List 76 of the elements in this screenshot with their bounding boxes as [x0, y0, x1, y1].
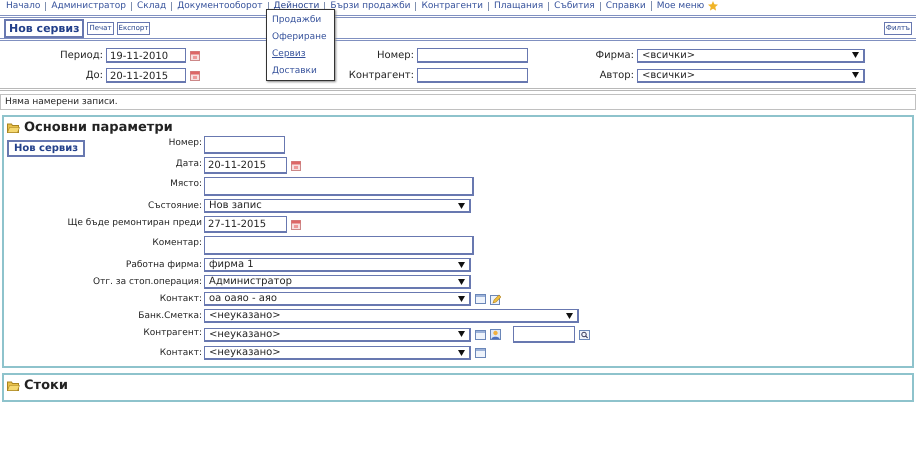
- status-message: Няма намерени записи.: [0, 94, 916, 110]
- date-field[interactable]: 19-11-2010: [106, 48, 186, 63]
- menu-link[interactable]: Плащания: [488, 2, 548, 10]
- text-area[interactable]: [204, 177, 474, 196]
- field-label: Работна фирма:: [126, 259, 202, 272]
- field-label: Контакт:: [160, 293, 202, 306]
- caret-icon: [852, 72, 859, 78]
- card-icon[interactable]: [475, 294, 486, 304]
- caret-icon: [458, 202, 465, 208]
- field-label: Място:: [170, 178, 202, 191]
- select-field[interactable]: <неуказано>: [204, 328, 471, 342]
- field-label: Контакт:: [160, 347, 202, 360]
- card-icon[interactable]: [475, 348, 486, 358]
- caret-icon: [852, 52, 859, 58]
- caret-icon: [458, 278, 465, 284]
- menu-item[interactable]: Продажби: [272, 14, 334, 26]
- section-title: Основни параметри: [24, 120, 173, 135]
- menu-item[interactable]: Сервиз: [272, 48, 334, 60]
- star-icon[interactable]: [708, 1, 718, 11]
- calendar-icon[interactable]: [190, 50, 200, 60]
- menu-link[interactable]: Справки: [600, 2, 651, 10]
- select-field[interactable]: Администратор: [204, 275, 471, 289]
- menu-item[interactable]: Офериране: [272, 31, 334, 43]
- menu-link[interactable]: Склад: [131, 2, 172, 10]
- caret-icon: [458, 296, 465, 302]
- calendar-icon[interactable]: [190, 70, 200, 80]
- caret-icon: [566, 312, 573, 318]
- section-title: Стоки: [24, 378, 68, 393]
- person-icon[interactable]: [490, 329, 501, 340]
- date-field[interactable]: 27-11-2015: [204, 216, 287, 233]
- field-label: Дата:: [176, 158, 202, 171]
- menu-link[interactable]: Събития: [548, 2, 600, 10]
- menu-item[interactable]: Доставки: [272, 65, 334, 77]
- date-field[interactable]: 20-11-2015: [106, 68, 186, 83]
- card-icon[interactable]: [475, 330, 486, 340]
- select-field[interactable]: <неуказано>: [204, 309, 579, 323]
- field-label: Номер:: [376, 50, 414, 61]
- calendar-icon[interactable]: [291, 160, 301, 170]
- folder-icon: [7, 380, 20, 391]
- calendar-icon[interactable]: [291, 220, 301, 230]
- field-label: Ще бъде ремонтиран преди: [68, 217, 202, 230]
- select-field[interactable]: <всички>: [637, 48, 865, 62]
- date-field[interactable]: 20-11-2015: [204, 157, 287, 174]
- text-field[interactable]: [417, 48, 528, 63]
- search-field[interactable]: [513, 326, 575, 343]
- folder-icon: [7, 122, 20, 133]
- field-label: Фирма:: [596, 50, 634, 61]
- text-field[interactable]: [417, 68, 528, 83]
- new-button[interactable]: Нов сервиз: [4, 18, 84, 38]
- field-label: До:: [86, 70, 103, 81]
- menu-link[interactable]: Контрагенти: [415, 2, 488, 10]
- menu-link[interactable]: Мое меню: [656, 2, 704, 10]
- text-area[interactable]: [204, 236, 474, 255]
- field-label: Състояние:: [148, 200, 202, 213]
- field-label: Период:: [60, 50, 103, 61]
- field-label: Коментар:: [152, 237, 202, 250]
- field-label: Номер:: [168, 137, 202, 150]
- menu-link[interactable]: Начало: [6, 2, 46, 10]
- tab[interactable]: Нов сервиз: [7, 140, 86, 157]
- select-field[interactable]: Нов запис: [204, 199, 471, 213]
- select-field[interactable]: <всички>: [637, 68, 865, 82]
- caret-icon: [458, 331, 465, 337]
- field-label: Контрагент:: [143, 327, 202, 340]
- field-label: Автор:: [600, 70, 634, 81]
- select-field[interactable]: оа оаяо - аяо: [204, 292, 471, 306]
- menu-link[interactable]: Администратор: [45, 2, 132, 10]
- search-icon[interactable]: [579, 330, 590, 340]
- edit-icon[interactable]: [490, 294, 501, 304]
- field-label: Контрагент:: [348, 70, 414, 81]
- select-field[interactable]: фирма 1: [204, 258, 471, 272]
- field-label: Банк.Сметка:: [138, 310, 202, 323]
- text-field[interactable]: [204, 136, 285, 154]
- field-label: Отг. за стоп.операция:: [93, 276, 202, 289]
- caret-icon: [458, 262, 465, 268]
- select-field[interactable]: <неуказано>: [204, 346, 471, 360]
- caret-icon: [458, 350, 465, 356]
